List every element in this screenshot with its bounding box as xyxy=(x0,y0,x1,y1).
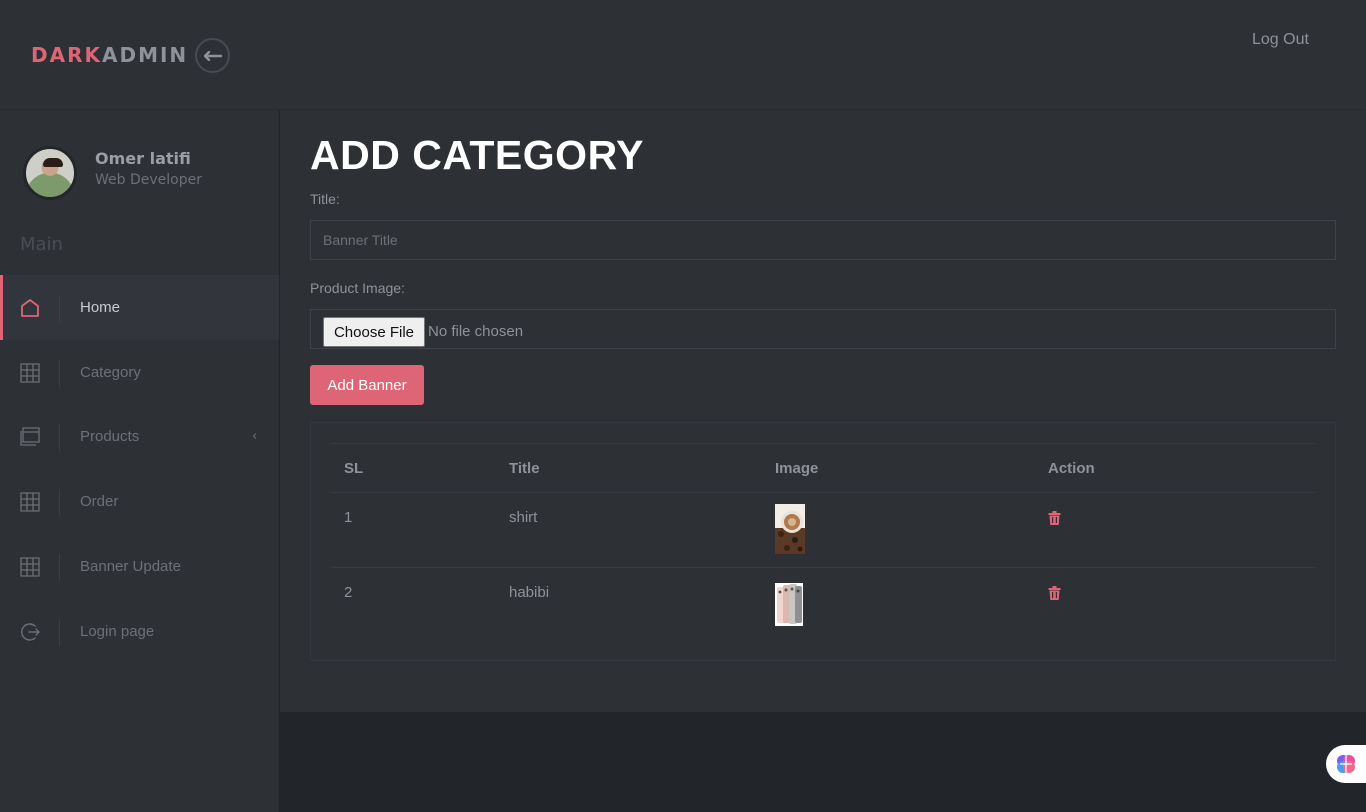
sidebar-item-category[interactable]: Category xyxy=(0,340,279,405)
trash-icon[interactable] xyxy=(1048,511,1061,525)
product-image-file-input[interactable]: Choose File No file chosen xyxy=(310,309,1336,349)
sidebar-item-label: Login page xyxy=(80,623,155,640)
sidebar-item-label: Products xyxy=(80,428,140,445)
sidebar-item-label: Banner Update xyxy=(80,558,181,575)
avatar xyxy=(23,146,77,200)
page-title: ADD CATEGORY xyxy=(310,132,644,178)
grid-icon xyxy=(20,362,40,383)
coffee-cup-thumbnail xyxy=(775,504,805,554)
banner-table: SL Title Image Action 1 shirt 2 habibi xyxy=(331,443,1315,642)
row-sl: 2 xyxy=(344,584,353,601)
profile-name: Omer latifi xyxy=(95,149,191,168)
brand-part-dark: DARK xyxy=(31,43,102,67)
main-content: ADD CATEGORY Title: Product Image: Choos… xyxy=(280,110,1366,712)
file-status-text: No file chosen xyxy=(428,323,524,340)
window-icon xyxy=(20,426,40,446)
brand-logo[interactable]: DARKADMIN xyxy=(31,43,188,67)
sidebar-item-banner-update[interactable]: Banner Update xyxy=(0,534,279,599)
logout-link[interactable]: Log Out xyxy=(1252,31,1309,49)
sidebar: Omer latifi Web Developer Main Home Cate… xyxy=(0,110,279,812)
assistant-launcher-button[interactable] xyxy=(1326,745,1366,783)
grid-icon xyxy=(20,491,40,512)
column-header-title: Title xyxy=(509,460,540,477)
add-banner-button[interactable]: Add Banner xyxy=(310,365,424,405)
row-title: habibi xyxy=(509,584,550,601)
sidebar-item-label: Home xyxy=(80,299,121,316)
sidebar-item-label: Order xyxy=(80,493,119,510)
sidebar-item-label: Category xyxy=(80,364,141,381)
row-sl: 1 xyxy=(344,509,353,526)
profile-role: Web Developer xyxy=(95,172,202,188)
top-header: DARKADMIN Log Out xyxy=(0,0,1366,110)
table-header-row: SL Title Image Action xyxy=(331,443,1315,492)
home-icon xyxy=(21,298,39,317)
banner-title-input[interactable] xyxy=(310,220,1336,260)
table-row: 2 habibi xyxy=(331,567,1315,642)
phones-thumbnail xyxy=(775,583,803,626)
grid-icon xyxy=(20,556,40,577)
sidebar-toggle-button[interactable] xyxy=(195,38,230,73)
chevron-left-icon: ‹ xyxy=(252,429,258,444)
sidebar-item-home[interactable]: Home xyxy=(0,275,279,340)
logout-icon xyxy=(21,622,40,641)
table-row: 1 shirt xyxy=(331,492,1315,567)
sidebar-item-order[interactable]: Order xyxy=(0,469,279,534)
title-field-label: Title: xyxy=(310,191,340,207)
arrow-left-icon xyxy=(203,50,222,61)
choose-file-button[interactable]: Choose File xyxy=(323,317,425,347)
brand-part-admin: ADMIN xyxy=(101,43,189,67)
product-image-label: Product Image: xyxy=(310,280,405,296)
column-header-image: Image xyxy=(775,460,819,477)
sidebar-item-login-page[interactable]: Login page xyxy=(0,599,279,664)
trash-icon[interactable] xyxy=(1048,586,1061,600)
sidebar-section-label: Main xyxy=(20,234,63,255)
row-title: shirt xyxy=(509,509,538,526)
column-header-action: Action xyxy=(1048,460,1095,477)
sidebar-item-products[interactable]: Products ‹ xyxy=(0,404,279,469)
column-header-sl: SL xyxy=(344,460,364,477)
banner-table-card: SL Title Image Action 1 shirt 2 habibi xyxy=(310,422,1336,661)
brain-icon xyxy=(1337,755,1355,773)
